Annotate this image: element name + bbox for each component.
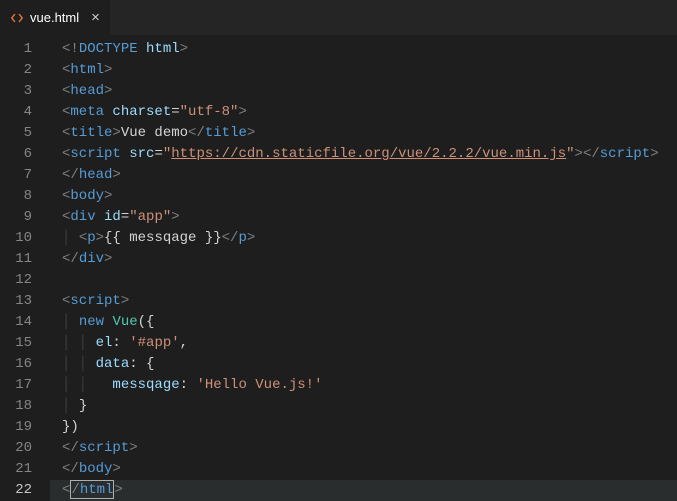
line-number: 22 [0, 480, 50, 501]
tab-filename: vue.html [30, 10, 79, 25]
code-line[interactable]: </body> [50, 459, 677, 480]
code-line[interactable]: <body> [50, 186, 677, 207]
code-line[interactable]: │ } [50, 396, 677, 417]
code-line-active[interactable]: </html> [50, 480, 677, 501]
editor[interactable]: 12345678910111213141516171819202122 <!DO… [0, 35, 677, 500]
code-line[interactable]: </script> [50, 438, 677, 459]
line-gutter: 12345678910111213141516171819202122 [0, 39, 50, 500]
code-line[interactable]: │ │ data: { [50, 354, 677, 375]
code-line[interactable]: </div> [50, 249, 677, 270]
line-number: 13 [0, 291, 50, 312]
line-number: 10 [0, 228, 50, 249]
line-number: 2 [0, 60, 50, 81]
line-number: 11 [0, 249, 50, 270]
close-icon[interactable]: × [91, 9, 100, 26]
line-number: 12 [0, 270, 50, 291]
code-line[interactable]: <script src="https://cdn.staticfile.org/… [50, 144, 677, 165]
cursor: /html [70, 480, 114, 499]
code-line[interactable] [50, 270, 677, 291]
line-number: 19 [0, 417, 50, 438]
line-number: 8 [0, 186, 50, 207]
line-number: 6 [0, 144, 50, 165]
file-code-icon [10, 11, 24, 25]
line-number: 18 [0, 396, 50, 417]
code-line[interactable]: <script> [50, 291, 677, 312]
code-line[interactable]: <div id="app"> [50, 207, 677, 228]
line-number: 15 [0, 333, 50, 354]
code-line[interactable]: <title>Vue demo</title> [50, 123, 677, 144]
code-area[interactable]: <!DOCTYPE html> <html> <head> <meta char… [50, 39, 677, 500]
line-number: 4 [0, 102, 50, 123]
code-line[interactable]: }) [50, 417, 677, 438]
code-line[interactable]: <head> [50, 81, 677, 102]
line-number: 16 [0, 354, 50, 375]
line-number: 20 [0, 438, 50, 459]
code-line[interactable]: <meta charset="utf-8"> [50, 102, 677, 123]
line-number: 5 [0, 123, 50, 144]
line-number: 9 [0, 207, 50, 228]
code-line[interactable]: │ <p>{{ messqage }}</p> [50, 228, 677, 249]
line-number: 1 [0, 39, 50, 60]
line-number: 21 [0, 459, 50, 480]
code-line[interactable]: <html> [50, 60, 677, 81]
line-number: 14 [0, 312, 50, 333]
code-line[interactable]: </head> [50, 165, 677, 186]
tab-bar: vue.html × [0, 0, 677, 35]
line-number: 17 [0, 375, 50, 396]
line-number: 3 [0, 81, 50, 102]
code-line[interactable]: │ │ messqage: 'Hello Vue.js!' [50, 375, 677, 396]
code-line[interactable]: │ new Vue({ [50, 312, 677, 333]
code-line[interactable]: <!DOCTYPE html> [50, 39, 677, 60]
code-line[interactable]: │ │ el: '#app', [50, 333, 677, 354]
line-number: 7 [0, 165, 50, 186]
tab-vue-html[interactable]: vue.html × [0, 0, 111, 35]
